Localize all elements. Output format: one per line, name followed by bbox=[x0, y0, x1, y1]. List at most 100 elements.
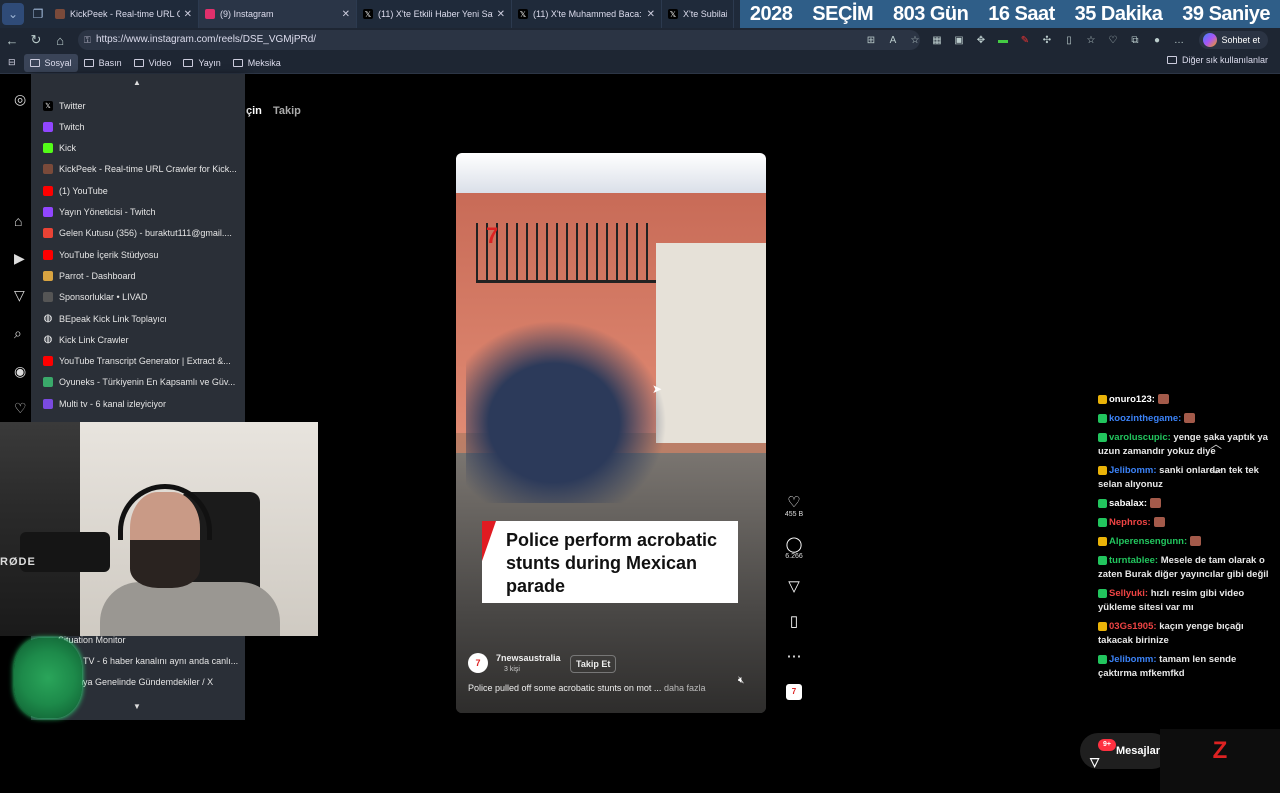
bookmark-menu-item[interactable]: (1) YouTube bbox=[31, 180, 245, 201]
split-screen-icon[interactable]: ⊞ bbox=[862, 31, 880, 49]
bookmark-menu-label: Gelen Kutusu (356) - buraktut111@gmail..… bbox=[59, 228, 232, 239]
chat-message: Sellyuki: hızlı resim gibi video yükleme… bbox=[1098, 587, 1274, 615]
bookmark-menu-item[interactable]: Twitch bbox=[31, 116, 245, 137]
menu-scroll-up-icon[interactable]: ▲ bbox=[133, 78, 141, 87]
likes-nav-icon[interactable]: ♡ bbox=[14, 400, 27, 417]
mute-icon[interactable]: 🔇︎ bbox=[738, 675, 744, 686]
extension-4-icon[interactable]: ▬ bbox=[994, 31, 1012, 49]
comment-action[interactable]: ◯ 6.266 bbox=[780, 535, 808, 577]
follow-button[interactable]: Takip Et bbox=[570, 655, 617, 673]
save-action[interactable]: ▯ bbox=[780, 612, 808, 647]
chat-username[interactable]: koozinthegame: bbox=[1109, 413, 1181, 424]
share-action[interactable]: ▽ bbox=[780, 577, 808, 612]
chat-username[interactable]: Jelibomm: bbox=[1109, 465, 1157, 476]
extension-5-icon[interactable]: ✎ bbox=[1016, 31, 1034, 49]
notifications-nav-icon[interactable]: ▽ bbox=[14, 287, 25, 304]
collections-icon[interactable]: ⧉ bbox=[1126, 31, 1144, 49]
close-tab-icon[interactable]: ✕ bbox=[497, 9, 505, 20]
bookmark-menu-item[interactable]: ◍ BEpeak Kick Link Toplayıcı bbox=[31, 308, 245, 329]
bookmark-menu-item[interactable]: YouTube Transcript Generator | Extract &… bbox=[31, 351, 245, 372]
browser-tab[interactable]: 𝕏 (11) X'te Muhammed Baca: "Bütü ✕ bbox=[512, 0, 662, 28]
chat-username[interactable]: Sellyuki: bbox=[1109, 588, 1148, 599]
close-tab-icon[interactable]: ✕ bbox=[184, 9, 192, 20]
site-info-icon[interactable]: ⚿ bbox=[84, 30, 91, 50]
address-bar-row: ← ↻ ⌂ ⚿ https://www.instagram.com/reels/… bbox=[0, 28, 1280, 52]
chat-username[interactable]: Nephros: bbox=[1109, 517, 1151, 528]
chat-badge-icon bbox=[1098, 432, 1107, 442]
webcam-overlay: RØDE bbox=[0, 422, 318, 636]
more-menu-icon[interactable]: … bbox=[1170, 31, 1188, 49]
bookmark-icon: ▯ bbox=[789, 613, 799, 630]
browser-tab[interactable]: (9) Instagram ✕ bbox=[199, 0, 357, 28]
extensions-puzzle-icon[interactable]: ✣ bbox=[1038, 31, 1056, 49]
other-favorites-label: Diğer sık kullanılanlar bbox=[1181, 55, 1268, 65]
bookmark-folder-3[interactable]: Yayın bbox=[177, 54, 226, 72]
url-field[interactable]: ⚿ https://www.instagram.com/reels/DSE_VG… bbox=[78, 30, 920, 50]
explore-nav-icon[interactable]: ◉ bbox=[14, 363, 26, 380]
workspaces-icon[interactable]: ❐ bbox=[27, 3, 49, 25]
tabs-container: KickPeek - Real-time URL Crawler✕(9) Ins… bbox=[49, 0, 734, 28]
bookmark-menu-item[interactable]: KickPeek - Real-time URL Crawler for Kic… bbox=[31, 159, 245, 180]
favorite-star-icon[interactable]: ☆ bbox=[906, 31, 924, 49]
other-favorites-folder[interactable]: Diğer sık kullanılanlar bbox=[1166, 55, 1268, 65]
account-name[interactable]: 7newsaustralia bbox=[496, 653, 561, 663]
chat-username[interactable]: sabalax: bbox=[1109, 498, 1147, 509]
bookmark-menu-item[interactable]: Oyuneks - Türkiyenin En Kapsamlı ve Güv.… bbox=[31, 372, 245, 393]
bookmark-folder-4[interactable]: Meksika bbox=[227, 54, 287, 72]
extension-3-icon[interactable]: ✥ bbox=[972, 31, 990, 49]
bookmark-menu-item[interactable]: Parrot - Dashboard bbox=[31, 265, 245, 286]
browser-tab[interactable]: 𝕏 (11) X'te Etkili Haber Yeni Sayfa: " ✕ bbox=[357, 0, 512, 28]
chat-username[interactable]: Alperensengunn: bbox=[1109, 536, 1187, 547]
close-tab-icon[interactable]: ✕ bbox=[342, 9, 350, 20]
sidebar-icon[interactable]: ▯ bbox=[1060, 31, 1078, 49]
chat-username[interactable]: varoluscupic: bbox=[1109, 432, 1171, 443]
reel-video[interactable]: 7 Police perform acrobatic stunts during… bbox=[456, 153, 766, 713]
tab-title: (11) X'te Muhammed Baca: "Bütü bbox=[533, 9, 643, 19]
extension-2-icon[interactable]: ▣ bbox=[950, 31, 968, 49]
chat-username[interactable]: 03Gs1905: bbox=[1109, 621, 1157, 632]
menu-scroll-down-icon[interactable]: ▼ bbox=[133, 702, 141, 711]
copilot-chat-button[interactable]: Sohbet et bbox=[1199, 31, 1268, 49]
more-action[interactable]: ⋯ bbox=[780, 647, 808, 682]
bookmark-folder-2[interactable]: Video bbox=[128, 54, 178, 72]
more-link[interactable]: daha fazla bbox=[664, 683, 706, 693]
tab-for-you[interactable]: çin bbox=[246, 105, 262, 117]
webcam-person-beard bbox=[130, 540, 200, 588]
chat-username[interactable]: onuro123: bbox=[1109, 394, 1155, 405]
audio-avatar[interactable]: 7 bbox=[786, 684, 802, 700]
read-aloud-icon[interactable]: A bbox=[884, 31, 902, 49]
home-nav-icon[interactable]: ⌂ bbox=[14, 213, 22, 229]
bookmarks-toggle-icon[interactable]: ⊟ bbox=[0, 54, 24, 72]
bookmark-menu-item[interactable]: YouTube İçerik Stüdyosu bbox=[31, 244, 245, 265]
bookmark-menu-item[interactable]: Gelen Kutusu (356) - buraktut111@gmail..… bbox=[31, 223, 245, 244]
bookmark-menu-item[interactable]: Sponsorluklar • LIVAD bbox=[31, 287, 245, 308]
instagram-logo-icon[interactable]: ◎ bbox=[14, 91, 26, 108]
favorites-icon[interactable]: ☆ bbox=[1082, 31, 1100, 49]
home-icon[interactable]: ⌂ bbox=[48, 33, 72, 48]
bookmark-menu-item[interactable]: Multi tv - 6 kanal izleyiciyor bbox=[31, 393, 245, 414]
refresh-icon[interactable]: ↻ bbox=[24, 32, 48, 48]
bookmark-folder-0[interactable]: Sosyal bbox=[23, 53, 78, 72]
like-action[interactable]: ♡ 455 B bbox=[780, 493, 808, 535]
bookmark-menu-item[interactable]: ◍ Kick Link Crawler bbox=[31, 329, 245, 350]
bookmark-menu-item[interactable]: Kick bbox=[31, 138, 245, 159]
search-nav-icon[interactable]: ⌕ bbox=[14, 325, 22, 342]
tab-list-button[interactable]: ⌄ bbox=[2, 3, 24, 25]
profile-avatar-icon[interactable]: ● bbox=[1148, 31, 1166, 49]
browser-essentials-icon[interactable]: ♡ bbox=[1104, 31, 1122, 49]
bookmark-menu-label: (1) YouTube bbox=[59, 185, 108, 196]
back-icon[interactable]: ← bbox=[0, 33, 24, 48]
tab-following[interactable]: Takip bbox=[273, 105, 301, 117]
messages-button[interactable]: ▽ 9+ Mesajlar bbox=[1080, 733, 1170, 769]
browser-tab[interactable]: KickPeek - Real-time URL Crawler ✕ bbox=[49, 0, 199, 28]
account-avatar[interactable]: 7 bbox=[468, 653, 488, 673]
chat-username[interactable]: turntablee: bbox=[1109, 555, 1158, 566]
browser-tab[interactable]: 𝕏 X'te Subilai H bbox=[662, 0, 734, 28]
reels-nav-icon[interactable]: ▶ bbox=[14, 250, 25, 267]
close-tab-icon[interactable]: ✕ bbox=[647, 9, 655, 20]
bookmark-menu-item[interactable]: 𝕏 Twitter bbox=[31, 95, 245, 116]
bookmark-menu-item[interactable]: Yayın Yöneticisi - Twitch bbox=[31, 202, 245, 223]
extension-1-icon[interactable]: ▦ bbox=[928, 31, 946, 49]
bookmark-folder-1[interactable]: Basın bbox=[78, 54, 128, 72]
chat-username[interactable]: Jelibomm: bbox=[1109, 654, 1157, 665]
